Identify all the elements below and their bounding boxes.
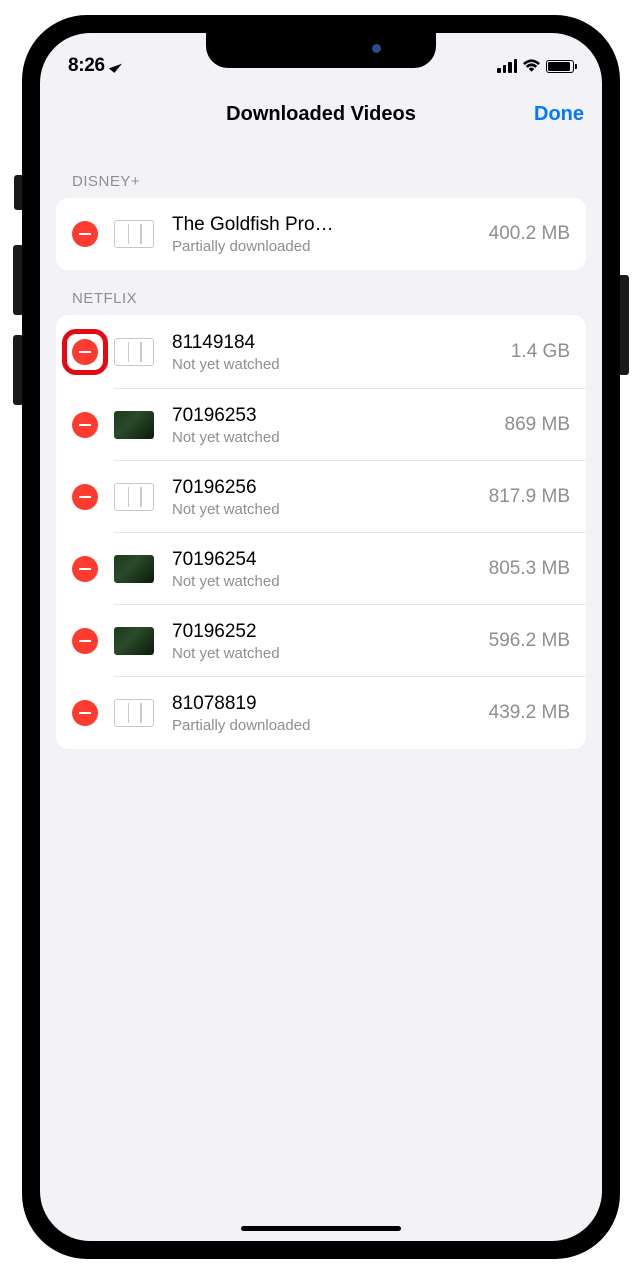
item-title: 70196256 bbox=[172, 477, 479, 499]
location-icon bbox=[109, 59, 122, 73]
item-subtitle: Not yet watched bbox=[172, 573, 479, 590]
item-size: 400.2 MB bbox=[489, 223, 570, 245]
highlight-annotation bbox=[62, 329, 108, 375]
section-header: DISNEY+ bbox=[40, 153, 602, 198]
item-title: The Goldfish Pro… bbox=[172, 214, 479, 236]
film-icon bbox=[114, 338, 154, 366]
item-subtitle: Not yet watched bbox=[172, 429, 495, 446]
wifi-icon bbox=[522, 59, 541, 73]
page-title: Downloaded Videos bbox=[226, 103, 416, 126]
cellular-icon bbox=[497, 59, 517, 73]
item-title: 70196253 bbox=[172, 405, 495, 427]
section-header: NETFLIX bbox=[40, 270, 602, 315]
status-time: 8:26 bbox=[68, 55, 105, 77]
item-subtitle: Partially downloaded bbox=[172, 717, 479, 734]
phone-frame: 8:26 Downloaded Videos Done DISNEY+The G… bbox=[22, 15, 620, 1259]
item-subtitle: Not yet watched bbox=[172, 501, 479, 518]
list-item[interactable]: 70196253 Not yet watched 869 MB bbox=[56, 389, 586, 461]
item-title: 70196254 bbox=[172, 549, 479, 571]
list-item[interactable]: 70196256 Not yet watched 817.9 MB bbox=[56, 461, 586, 533]
video-thumbnail bbox=[114, 627, 154, 655]
video-thumbnail bbox=[114, 411, 154, 439]
delete-button[interactable] bbox=[72, 628, 98, 654]
film-icon bbox=[114, 483, 154, 511]
item-size: 869 MB bbox=[505, 414, 570, 436]
content: DISNEY+ The Goldfish Pro… Partially downlo… bbox=[40, 139, 602, 763]
item-size: 596.2 MB bbox=[489, 630, 570, 652]
item-text: The Goldfish Pro… Partially downloaded bbox=[172, 214, 479, 255]
section-group: 81149184 Not yet watched 1.4 GB 70196253 Not… bbox=[56, 315, 586, 749]
item-text: 70196254 Not yet watched bbox=[172, 549, 479, 590]
item-text: 70196253 Not yet watched bbox=[172, 405, 495, 446]
home-indicator[interactable] bbox=[241, 1226, 401, 1231]
done-button[interactable]: Done bbox=[534, 103, 584, 126]
screen: 8:26 Downloaded Videos Done DISNEY+The G… bbox=[40, 33, 602, 1241]
list-item[interactable]: The Goldfish Pro… Partially downloaded 400… bbox=[56, 198, 586, 270]
delete-button[interactable] bbox=[72, 700, 98, 726]
camera-dot bbox=[372, 44, 381, 53]
list-item[interactable]: 70196252 Not yet watched 596.2 MB bbox=[56, 605, 586, 677]
item-title: 81078819 bbox=[172, 693, 479, 715]
delete-button[interactable] bbox=[72, 556, 98, 582]
item-subtitle: Not yet watched bbox=[172, 645, 479, 662]
battery-icon bbox=[546, 60, 574, 73]
item-text: 70196252 Not yet watched bbox=[172, 621, 479, 662]
delete-button[interactable] bbox=[72, 484, 98, 510]
item-subtitle: Partially downloaded bbox=[172, 238, 479, 255]
list-item[interactable]: 70196254 Not yet watched 805.3 MB bbox=[56, 533, 586, 605]
item-text: 81149184 Not yet watched bbox=[172, 332, 501, 373]
video-thumbnail bbox=[114, 555, 154, 583]
item-title: 70196252 bbox=[172, 621, 479, 643]
item-size: 817.9 MB bbox=[489, 486, 570, 508]
notch bbox=[206, 33, 436, 68]
film-icon bbox=[114, 220, 154, 248]
nav-bar: Downloaded Videos Done bbox=[40, 89, 602, 139]
item-size: 439.2 MB bbox=[489, 702, 570, 724]
item-size: 805.3 MB bbox=[489, 558, 570, 580]
item-size: 1.4 GB bbox=[511, 341, 570, 363]
item-text: 81078819 Partially downloaded bbox=[172, 693, 479, 734]
item-title: 81149184 bbox=[172, 332, 501, 354]
delete-button[interactable] bbox=[72, 221, 98, 247]
delete-button[interactable] bbox=[72, 412, 98, 438]
item-text: 70196256 Not yet watched bbox=[172, 477, 479, 518]
delete-button[interactable] bbox=[72, 339, 98, 365]
section-group: The Goldfish Pro… Partially downloaded 400… bbox=[56, 198, 586, 270]
list-item[interactable]: 81149184 Not yet watched 1.4 GB bbox=[56, 315, 586, 389]
list-item[interactable]: 81078819 Partially downloaded 439.2 MB bbox=[56, 677, 586, 749]
film-icon bbox=[114, 699, 154, 727]
item-subtitle: Not yet watched bbox=[172, 356, 501, 373]
